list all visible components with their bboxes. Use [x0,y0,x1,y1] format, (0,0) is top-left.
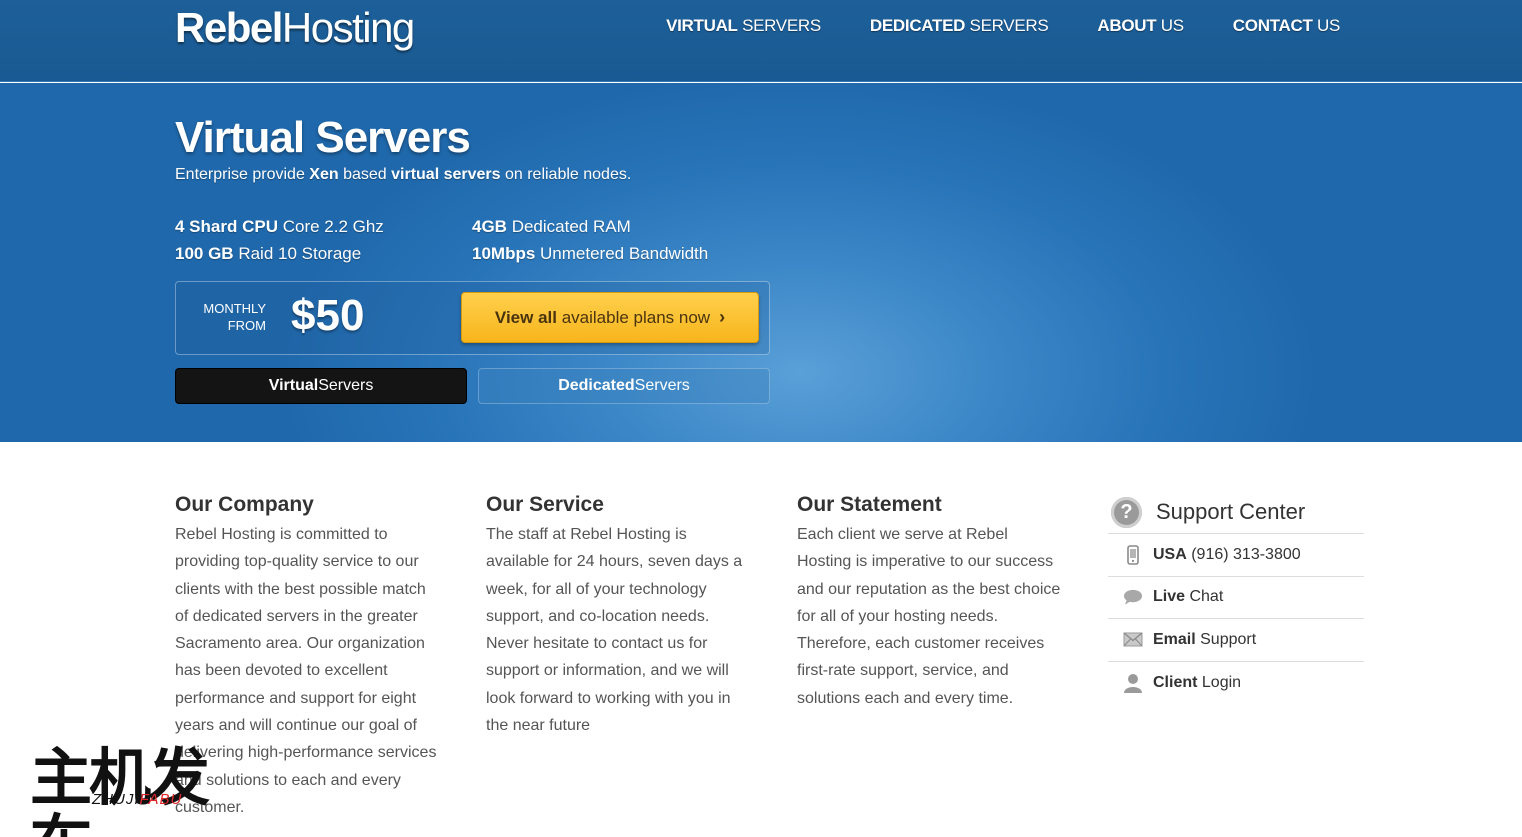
support-center: ? Support Center USA (916) 313-3800 Live… [1108,491,1364,704]
spec-storage: 100 GB Raid 10 Storage [175,244,362,263]
support-center-header: ? Support Center [1108,491,1364,534]
tab-dedicated-servers[interactable]: Dedicated Servers [478,368,770,404]
our-statement-text: Each client we serve at Rebel Hosting is… [797,526,1061,707]
spec-cpu: 4 Shard CPU Core 2.2 Ghz [175,217,384,236]
view-plans-button[interactable]: View all available plans now › [461,292,759,343]
price-amount: $50 [291,291,365,340]
site-logo[interactable]: RebelHosting [175,4,415,52]
our-service-section: Our Service The staff at Rebel Hosting i… [486,493,751,739]
help-icon: ? [1111,496,1142,528]
our-company-title: Our Company [175,493,314,516]
support-item-email[interactable]: Email Support [1108,619,1364,662]
site-header: RebelHosting VIRTUAL SERVERS DEDICATED S… [0,0,1522,82]
support-item-client-login[interactable]: Client Login [1108,662,1364,705]
support-center-title: Support Center [1156,499,1306,524]
our-service-title: Our Service [486,493,604,516]
support-email-label: Email Support [1153,630,1257,648]
logo-light-text: Hosting [281,4,415,51]
hero-banner: Virtual Servers Enterprise provide Xen b… [0,83,1522,442]
support-item-phone[interactable]: USA (916) 313-3800 [1108,534,1364,577]
price-box: MONTHLY FROM $50 View all available plan… [175,281,770,355]
watermark-latin: ZHUJIFABU [92,791,183,808]
nav-contact-us[interactable]: CONTACT US [1233,16,1341,36]
email-icon [1123,632,1143,647]
watermark-logo: 主机发布 ZHUJIFABU [30,745,240,837]
hero-subtitle: Enterprise provide Xen based virtual ser… [175,166,632,183]
hero-title: Virtual Servers [175,113,471,162]
spec-ram: 4GB Dedicated RAM [472,217,631,236]
support-client-login-label: Client Login [1153,673,1242,691]
main-nav: VIRTUAL SERVERS DEDICATED SERVERS ABOUT … [666,16,1340,36]
spec-bandwidth: 10Mbps Unmetered Bandwidth [472,244,709,263]
price-label: MONTHLY FROM [203,301,266,333]
support-phone-label: USA (916) 313-3800 [1153,545,1301,563]
nav-virtual-servers[interactable]: VIRTUAL SERVERS [666,16,821,36]
our-service-text: The staff at Rebel Hosting is available … [486,526,743,735]
user-icon [1123,673,1143,693]
support-item-live-chat[interactable]: Live Chat [1108,577,1364,619]
phone-icon [1123,544,1143,565]
chevron-right-icon: › [719,307,726,327]
nav-about-us[interactable]: ABOUT US [1097,16,1184,36]
our-statement-title: Our Statement [797,493,942,516]
view-plans-label: View all available plans now [494,307,711,327]
logo-bold-text: Rebel [175,4,283,51]
nav-dedicated-servers[interactable]: DEDICATED SERVERS [870,16,1049,36]
support-live-chat-label: Live Chat [1153,588,1224,606]
chat-icon [1123,588,1143,606]
tab-virtual-servers[interactable]: Virtual Servers [175,368,467,404]
our-statement-section: Our Statement Each client we serve at Re… [797,493,1062,712]
